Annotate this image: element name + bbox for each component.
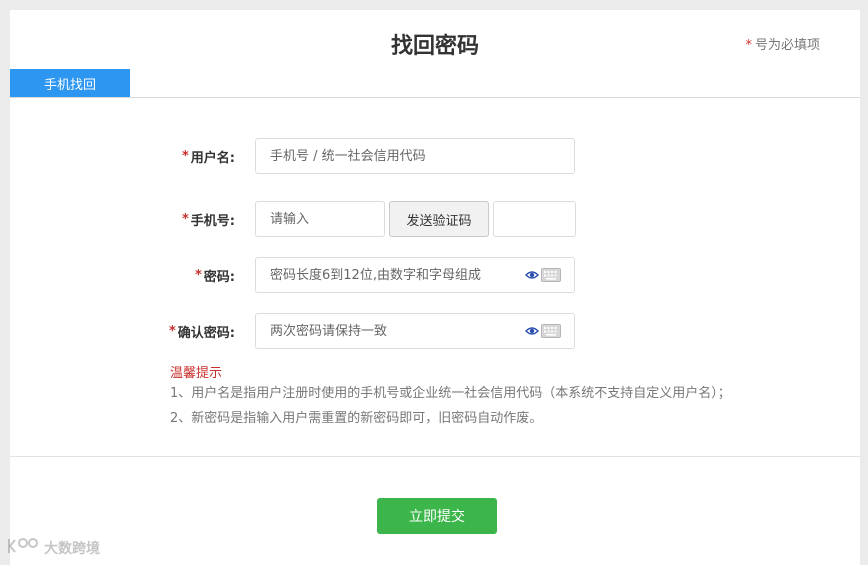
keyboard-icon[interactable] [541, 324, 561, 338]
tab-bar: 手机找回 [10, 69, 860, 98]
tab-phone-recovery[interactable]: 手机找回 [10, 69, 130, 97]
tip-item-2: 2、新密码是指输入用户需重置的新密码即可，旧密码自动作废。 [170, 411, 543, 426]
keyboard-icon[interactable] [541, 268, 561, 282]
recovery-card: 找回密码 *号为必填项 手机找回 *用户名: *手机号: 发送验证码 *密码: [10, 10, 860, 565]
verification-code-input[interactable] [493, 201, 576, 237]
watermark-text: 大数跨境 [44, 541, 100, 557]
required-note-text: 号为必填项 [754, 38, 820, 53]
phone-input[interactable] [255, 201, 385, 237]
required-star: * [194, 267, 202, 283]
confirm-password-row: * 确认密码: [10, 313, 860, 349]
confirm-password-label-text: 确认密码: [177, 325, 235, 341]
username-label-text: 用户名: [190, 150, 235, 166]
username-row: * 用户名: [10, 138, 860, 174]
tip-item-1: 1、用户名是指用户注册时使用的手机号或企业统一社会信用代码（本系统不支持自定义用… [170, 386, 731, 401]
eye-icon[interactable] [525, 326, 539, 336]
required-note: * 号为必填项 [745, 34, 820, 53]
phone-label: * 手机号: [182, 201, 235, 237]
required-star: * [168, 323, 176, 339]
username-input[interactable] [255, 138, 575, 174]
username-label: * 用户名: [182, 138, 235, 174]
required-star: * [181, 148, 189, 164]
required-star: * [181, 211, 189, 227]
confirm-password-label: * 确认密码: [169, 313, 235, 349]
confirm-password-icons [525, 324, 561, 338]
phone-label-text: 手机号: [190, 213, 235, 229]
phone-row: *手机号: 发送验证码 [10, 201, 860, 237]
submit-button[interactable]: 立即提交 [377, 498, 497, 534]
watermark: 大数跨境 [6, 537, 100, 559]
divider [10, 456, 860, 457]
tips-title: 温馨提示 [170, 366, 223, 381]
page-title: 找回密码 [390, 34, 479, 59]
password-row: * 密码: [10, 257, 860, 293]
password-icons [525, 268, 561, 282]
password-label: * 密码: [195, 257, 235, 293]
required-star: * [745, 38, 752, 53]
watermark-logo-icon [6, 537, 40, 559]
send-code-button[interactable]: 发送验证码 [389, 201, 489, 237]
eye-icon[interactable] [525, 270, 539, 280]
password-label-text: 密码: [203, 269, 235, 285]
